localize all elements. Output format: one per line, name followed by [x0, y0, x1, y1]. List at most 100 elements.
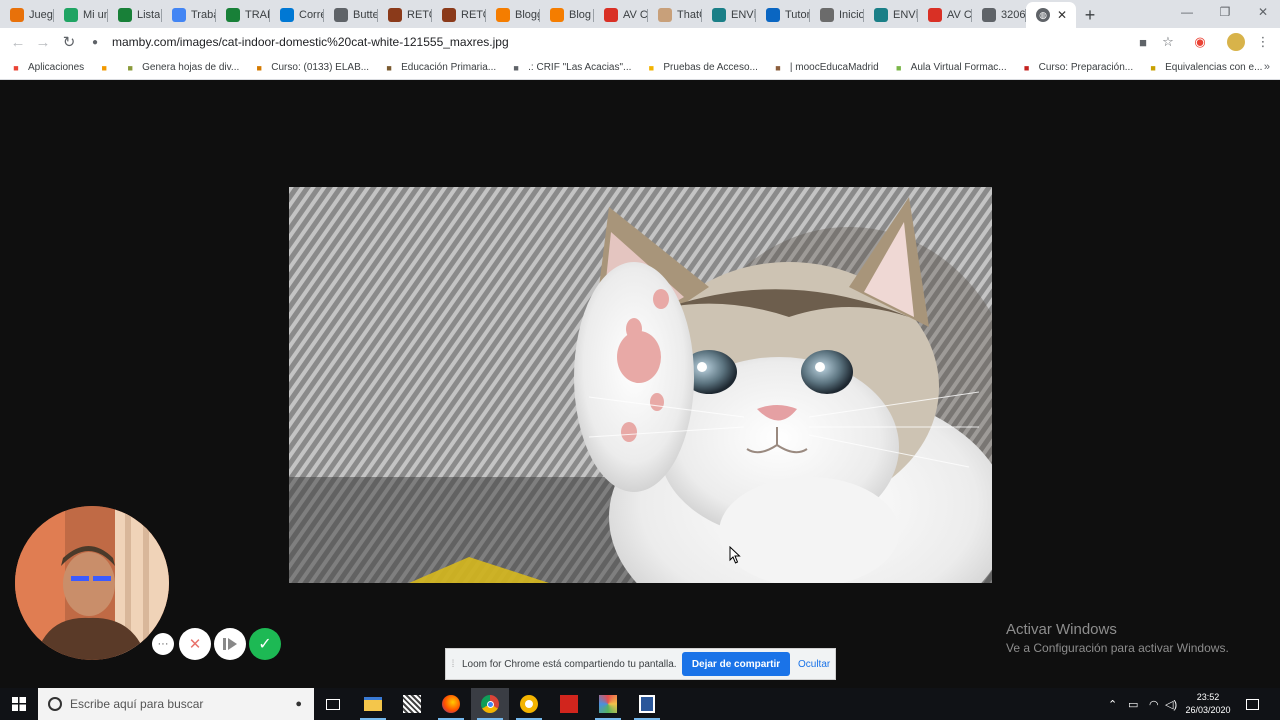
star-icon[interactable]: ☆ — [1158, 32, 1178, 52]
page-content: Activar Windows Ve a Configuración para … — [0, 81, 1280, 688]
word-icon[interactable] — [628, 688, 666, 720]
microphone-icon[interactable]: ● — [295, 698, 302, 710]
tab-13[interactable]: ENVÍ — [702, 2, 756, 28]
new-tab-button[interactable]: + — [1076, 2, 1104, 28]
bookmark-2[interactable]: ■ Genera hojas de div... — [124, 62, 239, 74]
tab-1[interactable]: Mi un — [54, 2, 108, 28]
check-icon[interactable]: ✓ — [249, 628, 281, 660]
tab-9[interactable]: Blogg — [486, 2, 540, 28]
battery-icon[interactable]: ▭ — [1128, 688, 1138, 720]
tab-title: Lista — [137, 9, 161, 21]
webcam-video — [15, 506, 169, 660]
bookmark-9[interactable]: ■ Curso: Preparación... — [1021, 62, 1133, 74]
bookmark-3[interactable]: ■ Curso: (0133) ELAB... — [253, 62, 370, 74]
blogger-favicon — [550, 8, 564, 22]
leaf-icon: ■ — [895, 62, 902, 73]
show-hidden-icons[interactable]: ⌃ — [1108, 688, 1117, 720]
play-favicon — [604, 8, 618, 22]
tab-title: Juego — [29, 9, 54, 21]
bookmark-7[interactable]: ■ | moocEducaMadrid — [772, 62, 878, 74]
search-placeholder[interactable]: Escribe aquí para buscar — [70, 697, 203, 711]
volume-icon[interactable]: ◁) — [1165, 688, 1177, 720]
reload-icon[interactable]: ↻ — [56, 29, 82, 55]
tab-10[interactable]: Blog — [540, 2, 594, 28]
blogger-favicon — [496, 8, 510, 22]
close-tab-icon[interactable]: ✕ — [1057, 8, 1067, 22]
windows-start-icon[interactable] — [0, 688, 38, 720]
bookmark-label: Educación Primaria... — [401, 62, 497, 73]
tab-4[interactable]: TRAB — [216, 2, 270, 28]
forward-icon[interactable]: → — [30, 29, 56, 55]
camera-icon[interactable]: ■ — [1133, 32, 1153, 52]
bookmark-a-icon: ■ — [101, 62, 107, 73]
tab-0[interactable]: Juego — [0, 2, 54, 28]
tab-17[interactable]: AV C — [918, 2, 972, 28]
equiv-icon: ■ — [1150, 62, 1156, 73]
bookmark-1[interactable]: ■ — [98, 62, 110, 74]
bookmark-10[interactable]: ■ Equivalencias con e... — [1147, 62, 1262, 74]
paint-icon[interactable] — [589, 688, 627, 720]
firefox-icon[interactable] — [432, 688, 470, 720]
bookmark-6[interactable]: ■ Pruebas de Acceso... — [645, 62, 758, 74]
tab-3[interactable]: Traba — [162, 2, 216, 28]
tab-15[interactable]: Inicio — [810, 2, 864, 28]
tab-title: Blog — [569, 9, 592, 21]
bookmark-4[interactable]: ■ Educación Primaria... — [383, 62, 496, 74]
share-message: Loom for Chrome está compartiendo tu pan… — [462, 658, 677, 670]
pause-icon[interactable] — [214, 628, 246, 660]
chrome-icon[interactable] — [471, 688, 509, 720]
bookmark-0[interactable]: ■ Aplicaciones — [10, 62, 84, 74]
url-text[interactable]: mamby.com/images/cat-indoor-domestic%20c… — [112, 35, 509, 49]
clock-time: 23:52 — [1196, 692, 1220, 702]
cancel-icon[interactable]: ✕ — [179, 628, 211, 660]
acrobat-icon[interactable] — [550, 688, 588, 720]
info-icon[interactable]: ● — [88, 37, 102, 48]
profile-avatar[interactable] — [1226, 32, 1246, 52]
tab-11[interactable]: AV C — [594, 2, 648, 28]
restore-icon[interactable]: ❐ — [1208, 0, 1242, 24]
more-bookmarks-icon[interactable]: » — [1264, 61, 1270, 73]
task-view-icon[interactable] — [314, 688, 352, 720]
wifi-icon[interactable]: ◠ — [1149, 688, 1159, 720]
address-bar[interactable]: ● mamby.com/images/cat-indoor-domestic%2… — [88, 30, 1128, 54]
course-icon: ■ — [256, 62, 262, 73]
envi-favicon — [874, 8, 888, 22]
tab-14[interactable]: Tutor — [756, 2, 810, 28]
cortana-icon — [48, 697, 62, 711]
menu-icon[interactable]: ⋮ — [1253, 32, 1273, 52]
drag-handle-icon[interactable]: ⁞ — [446, 659, 460, 670]
tab-8[interactable]: RETO — [432, 2, 486, 28]
tab-18[interactable]: 3206 — [972, 2, 1026, 28]
more-options-icon[interactable]: ··· — [152, 633, 174, 655]
vpn-icon[interactable] — [510, 688, 548, 720]
bookmark-8[interactable]: ■ Aula Virtual Formac... — [893, 62, 1007, 74]
tab-7[interactable]: RETO — [378, 2, 432, 28]
tab-title: AV C — [623, 9, 648, 21]
mooc-icon: ■ — [775, 62, 781, 73]
file-explorer-icon[interactable] — [354, 688, 392, 720]
tab-5[interactable]: Corre — [270, 2, 324, 28]
tab-12[interactable]: ThatG — [648, 2, 702, 28]
outlook-favicon — [280, 8, 294, 22]
tab-2[interactable]: Lista — [108, 2, 162, 28]
taskbar-search[interactable]: Escribe aquí para buscar ● — [38, 688, 314, 720]
hide-button[interactable]: Ocultar — [798, 659, 830, 670]
tab-16[interactable]: ENVÍ — [864, 2, 918, 28]
tab-6[interactable]: Butte — [324, 2, 378, 28]
linkedin-favicon — [766, 8, 780, 22]
taskbar-clock[interactable]: 23:52 26/03/2020 — [1178, 691, 1238, 717]
notifications-icon[interactable] — [1246, 688, 1259, 720]
stop-sharing-button[interactable]: Dejar de compartir — [682, 652, 790, 676]
tab-title: ThatG — [677, 9, 702, 21]
minimize-icon[interactable]: — — [1170, 0, 1204, 24]
bookmark-5[interactable]: ■ .: CRIF "Las Acacias"... — [510, 62, 631, 74]
close-window-icon[interactable]: ✕ — [1246, 0, 1280, 24]
back-icon[interactable]: ← — [5, 29, 31, 55]
webcam-bubble[interactable] — [15, 506, 169, 660]
tab-title: ENVÍ — [731, 9, 756, 21]
bookmark-label: Aula Virtual Formac... — [910, 62, 1007, 73]
app-icon[interactable] — [393, 688, 431, 720]
tab-active[interactable]: ◍ ✕ — [1026, 2, 1076, 28]
extension-icon[interactable]: ◉ — [1190, 32, 1210, 52]
bookmarks-bar: ■ Aplicaciones ■ ■ Genera hojas de div... ■ Cu… — [0, 56, 1280, 80]
